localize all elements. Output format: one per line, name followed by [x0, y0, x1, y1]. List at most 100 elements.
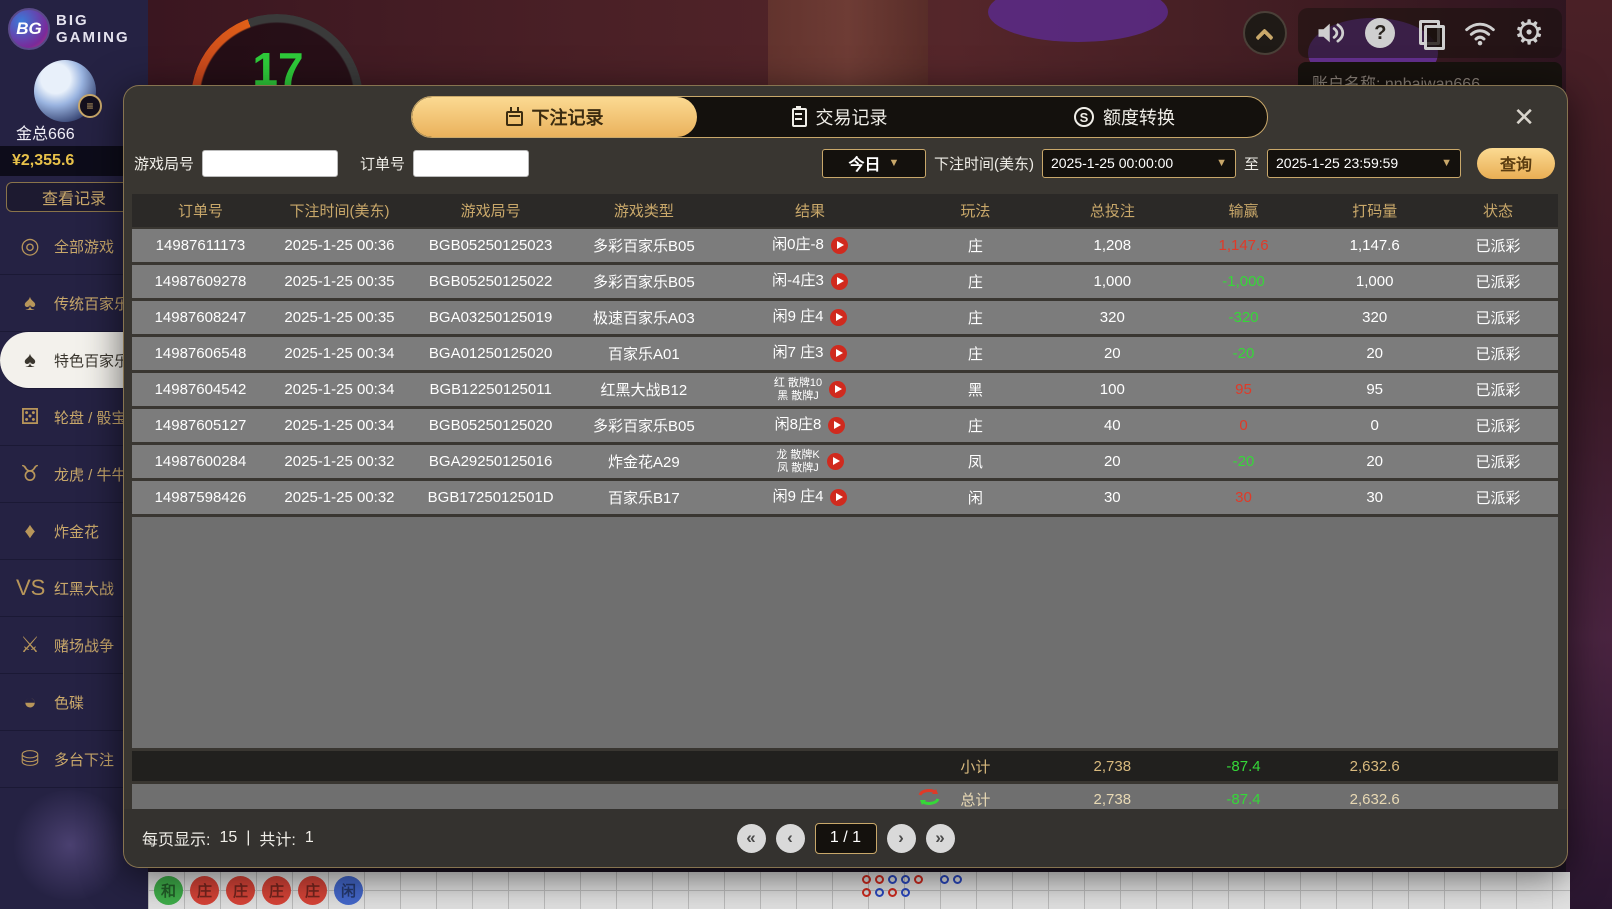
- cell-status: 已派彩: [1440, 343, 1557, 364]
- cell-game-type: 百家乐A01: [571, 343, 716, 364]
- sidebar-item-label: 赌场战争: [54, 635, 114, 656]
- bead-road: 和 庄 庄 庄 庄 闲: [154, 876, 363, 905]
- cell-turnover: 1,147.6: [1310, 237, 1440, 254]
- table-row: 14987605127 2025-1-25 00:34 BGB052501250…: [132, 409, 1558, 442]
- settings-gear-icon[interactable]: ⚙: [1512, 16, 1546, 50]
- game-category-icon: ♠: [16, 290, 44, 316]
- cell-play: 庄: [903, 307, 1047, 328]
- replay-video-icon[interactable]: [830, 309, 847, 326]
- cell-status: 已派彩: [1440, 487, 1557, 508]
- background-table: [988, 0, 1168, 42]
- replay-video-icon[interactable]: [830, 489, 847, 506]
- order-no-input[interactable]: [413, 150, 529, 177]
- chevron-up-icon: [1255, 28, 1273, 46]
- date-range-select[interactable]: 今日 ▼: [822, 149, 926, 178]
- cell-win-loss: -320: [1177, 309, 1310, 326]
- cell-turnover: 1,000: [1310, 273, 1440, 290]
- first-page-button[interactable]: «: [737, 824, 766, 853]
- table-row: 14987606548 2025-1-25 00:34 BGA012501250…: [132, 337, 1558, 370]
- total-count-label: 共计:: [259, 826, 295, 850]
- calendar-icon: [506, 111, 523, 126]
- cell-status: 已派彩: [1440, 235, 1557, 256]
- order-no-label: 订单号: [360, 153, 405, 174]
- sidebar-item-label: 龙虎 / 牛牛: [54, 464, 127, 485]
- cell-turnover: 20: [1310, 345, 1440, 362]
- cell-total-bet: 20: [1047, 345, 1177, 362]
- small-road: [862, 875, 964, 899]
- cell-round-id: BGB12250125011: [410, 381, 571, 398]
- sidebar-item-label: 多台下注: [54, 749, 114, 770]
- table-row: 14987604542 2025-1-25 00:34 BGB122501250…: [132, 373, 1558, 406]
- view-records-button[interactable]: 查看记录: [6, 182, 142, 212]
- filter-row: 游戏局号 订单号 今日 ▼ 下注时间(美东) 2025-1-25 00:00:0…: [134, 146, 1555, 180]
- game-category-icon: ⚄: [16, 404, 44, 430]
- cell-bet-time: 2025-1-25 00:34: [269, 345, 410, 362]
- game-round-input[interactable]: [202, 150, 338, 177]
- next-page-button[interactable]: ›: [887, 824, 916, 853]
- cell-win-loss: 95: [1177, 381, 1310, 398]
- bead: 庄: [226, 876, 255, 905]
- cell-game-type: 炸金花A29: [571, 451, 716, 472]
- total-total-bet: 2,738: [1047, 791, 1177, 808]
- help-icon[interactable]: ?: [1363, 16, 1397, 50]
- screen: 17 ? ⚙ 账户名称: nnbaiwan666 BG BIGGAMING ≡ …: [0, 0, 1612, 909]
- replay-video-icon[interactable]: [831, 273, 848, 290]
- sidebar-item-label: 传统百家乐: [54, 293, 129, 314]
- cell-play: 黑: [903, 379, 1047, 400]
- game-category-icon: ⛁: [16, 746, 44, 772]
- total-turnover: 2,632.6: [1310, 791, 1440, 808]
- cell-result: 闲9 庄4: [717, 489, 904, 506]
- cell-round-id: BGA29250125016: [410, 453, 571, 470]
- cell-round-id: BGA03250125019: [410, 309, 571, 326]
- refresh-icon[interactable]: [917, 787, 941, 807]
- sidebar-item-label: 轮盘 / 骰宝: [54, 407, 127, 428]
- replay-video-icon[interactable]: [829, 381, 846, 398]
- cell-win-loss: 0: [1177, 417, 1310, 434]
- sidebar-item-label: 色碟: [54, 692, 84, 713]
- game-category-icon: VS: [16, 575, 44, 601]
- start-time-select[interactable]: 2025-1-25 00:00:00 ▼: [1042, 149, 1236, 178]
- avatar-menu-icon[interactable]: ≡: [78, 94, 102, 118]
- close-icon[interactable]: ✕: [1513, 104, 1535, 130]
- tab-transaction-records[interactable]: 交易记录: [697, 97, 982, 137]
- cell-status: 已派彩: [1440, 415, 1557, 436]
- replay-video-icon[interactable]: [831, 237, 848, 254]
- avatar[interactable]: ≡: [34, 60, 96, 122]
- tab-credit-transfer[interactable]: S 额度转换: [982, 97, 1267, 137]
- cell-bet-time: 2025-1-25 00:34: [269, 417, 410, 434]
- cell-game-type: 多彩百家乐B05: [571, 415, 716, 436]
- wifi-icon[interactable]: [1463, 16, 1497, 50]
- prev-page-button[interactable]: ‹: [776, 824, 805, 853]
- bead: 闲: [334, 876, 363, 905]
- replay-video-icon[interactable]: [830, 345, 847, 362]
- brand-name: BIGGAMING: [56, 12, 130, 47]
- cell-result: 闲-4庄3: [717, 273, 904, 290]
- last-page-button[interactable]: »: [926, 824, 955, 853]
- cell-result: 闲0庄-8: [717, 237, 904, 254]
- tab-bet-records[interactable]: 下注记录: [412, 97, 697, 137]
- cell-turnover: 95: [1310, 381, 1440, 398]
- game-round-label: 游戏局号: [134, 153, 194, 174]
- cell-play: 凤: [903, 451, 1047, 472]
- per-page-info: 每页显示: 15 | 共计: 1: [142, 826, 314, 850]
- game-category-icon: ◎: [16, 233, 44, 259]
- chevron-down-icon: ▼: [1216, 157, 1227, 169]
- replay-video-icon[interactable]: [828, 417, 845, 434]
- cell-total-bet: 40: [1047, 417, 1177, 434]
- sound-icon[interactable]: [1314, 16, 1348, 50]
- cell-bet-time: 2025-1-25 00:32: [269, 453, 410, 470]
- replay-video-icon[interactable]: [827, 453, 844, 470]
- cell-total-bet: 1,000: [1047, 273, 1177, 290]
- cell-result: 闲8庄8: [717, 417, 904, 434]
- game-category-icon: ⚔: [16, 632, 44, 658]
- cell-total-bet: 30: [1047, 489, 1177, 506]
- end-time-select[interactable]: 2025-1-25 23:59:59 ▼: [1267, 149, 1461, 178]
- query-button[interactable]: 查询: [1477, 148, 1555, 179]
- background-wood: [768, 0, 928, 90]
- total-label: 总计: [960, 789, 990, 810]
- cell-order-id: 14987608247: [132, 309, 269, 326]
- collapse-button[interactable]: [1243, 11, 1287, 55]
- bet-records-table: 订单号 下注时间(美东) 游戏局号 游戏类型 结果 玩法 总投注 输赢 打码量 …: [132, 194, 1558, 814]
- cell-win-loss: -1,000: [1177, 273, 1310, 290]
- copy-icon[interactable]: [1413, 16, 1447, 50]
